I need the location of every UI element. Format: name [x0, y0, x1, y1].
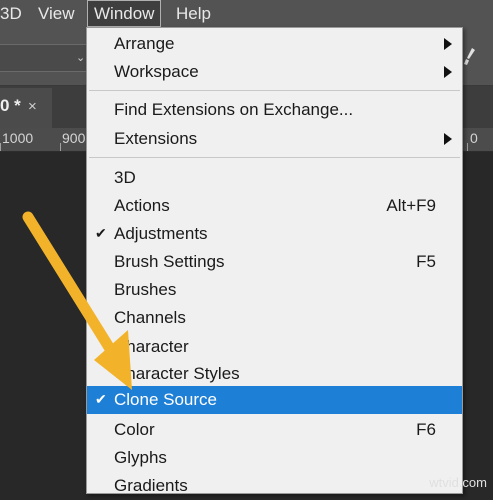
menu-item-find-extensions[interactable]: Find Extensions on Exchange...: [87, 96, 462, 124]
menu-item-brush-settings[interactable]: Brush Settings F5: [87, 248, 462, 276]
menu-item-shortcut: F6: [416, 420, 436, 439]
menu-item-label: Workspace: [114, 62, 199, 81]
menu-item-glyphs[interactable]: Glyphs: [87, 444, 462, 472]
menu-item-label: Brush Settings: [114, 252, 225, 271]
menu-separator: [89, 90, 460, 91]
menu-3d[interactable]: 3D: [0, 0, 22, 27]
window-menu: Arrange Workspace Find Extensions on Exc…: [86, 27, 463, 495]
menu-item-label: Actions: [114, 196, 170, 215]
menu-item-adjustments[interactable]: ✔ Adjustments: [87, 220, 462, 248]
menu-window[interactable]: Window: [87, 0, 162, 27]
menu-item-label: Color: [114, 420, 155, 439]
menu-item-character-styles[interactable]: Character Styles: [87, 360, 462, 388]
menu-item-label: Character: [114, 337, 189, 356]
menu-item-label: Clone Source: [114, 390, 218, 409]
menu-item-clone-source[interactable]: ✔ Clone Source: [87, 386, 462, 414]
menu-item-actions[interactable]: Actions Alt+F9: [87, 192, 462, 220]
ruler-label: 900: [62, 130, 86, 146]
menu-item-label: Character Styles: [114, 364, 240, 383]
menu-item-label: 3D: [114, 168, 136, 187]
menu-item-character[interactable]: Character: [87, 333, 462, 361]
menu-item-workspace[interactable]: Workspace: [87, 58, 462, 86]
menu-item-channels[interactable]: Channels: [87, 304, 462, 332]
brush-icon[interactable]: [461, 47, 477, 69]
menu-item-extensions[interactable]: Extensions: [87, 125, 462, 153]
menu-item-shortcut: Alt+F9: [386, 196, 436, 215]
menu-item-shortcut: F5: [416, 252, 436, 271]
menu-item-color[interactable]: Color F6: [87, 416, 462, 444]
menu-item-gradients[interactable]: Gradients: [87, 472, 462, 500]
menu-item-label: Adjustments: [114, 224, 208, 243]
menu-separator: [89, 157, 460, 158]
watermark: wtvid.com: [429, 475, 487, 490]
ruler-label: 0: [470, 130, 478, 146]
submenu-arrow-icon: [444, 66, 452, 78]
menu-item-label: Arrange: [114, 34, 175, 53]
menu-item-label: Glyphs: [114, 448, 167, 467]
ruler-tick: [60, 143, 61, 151]
menu-help[interactable]: Help: [176, 0, 211, 27]
menu-item-arrange[interactable]: Arrange: [87, 30, 462, 58]
checkmark-icon: ✔: [95, 391, 107, 407]
ruler-tick: [467, 143, 468, 151]
checkmark-icon: ✔: [95, 225, 107, 241]
close-icon[interactable]: ×: [28, 98, 37, 115]
menu-item-label: Brushes: [114, 280, 177, 299]
menu-item-label: Find Extensions on Exchange...: [114, 100, 354, 119]
ruler-label: 1000: [2, 130, 34, 146]
menu-item-brushes[interactable]: Brushes: [87, 276, 462, 304]
chevron-down-icon[interactable]: ⌄: [76, 51, 85, 64]
document-tab-title: 0 *: [0, 96, 21, 115]
menu-bar: 3D View Window Help: [0, 0, 493, 27]
menu-item-label: Extensions: [114, 129, 198, 148]
submenu-arrow-icon: [444, 133, 452, 145]
menu-view[interactable]: View: [38, 0, 75, 27]
menu-item-label: Channels: [114, 308, 186, 327]
menu-item-3d[interactable]: 3D: [87, 164, 462, 192]
menu-item-label: Gradients: [114, 476, 188, 495]
submenu-arrow-icon: [444, 38, 452, 50]
ruler-tick: [0, 143, 1, 151]
